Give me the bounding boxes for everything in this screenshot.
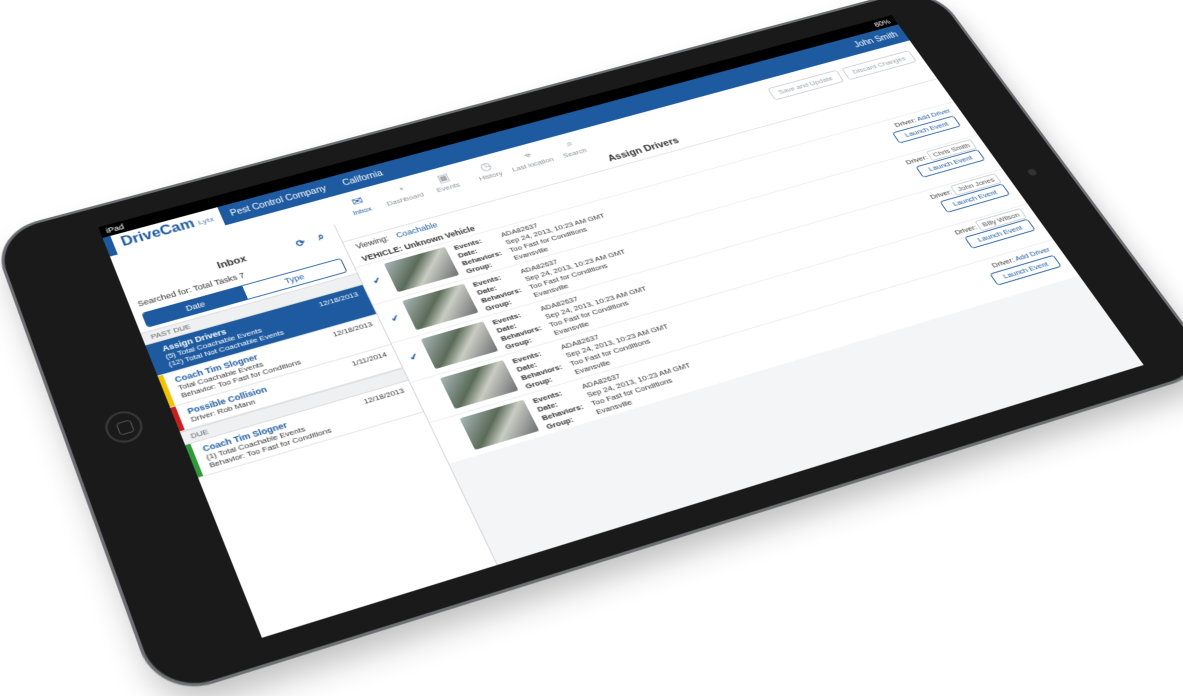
home-button[interactable] <box>100 407 148 447</box>
app-screen: iPad 80% DriveCam Lytx Pest Control Comp… <box>98 15 1144 638</box>
front-camera <box>1026 168 1038 177</box>
task-stripe <box>185 443 204 478</box>
tablet-frame: iPad 80% DriveCam Lytx Pest Control Comp… <box>0 0 1183 696</box>
inbox-title: Inbox <box>215 253 249 272</box>
task-stripe <box>157 374 176 408</box>
task-stripe <box>145 344 163 376</box>
logo-sub: Lytx <box>196 214 216 226</box>
refresh-icon[interactable]: ⟳ <box>294 237 307 250</box>
event-checkbox[interactable] <box>447 431 459 435</box>
event-checkbox[interactable]: ✔ <box>371 275 387 287</box>
event-checkbox[interactable]: ✔ <box>408 351 424 364</box>
task-stripe <box>170 406 185 432</box>
event-checkbox[interactable]: ✔ <box>389 312 405 324</box>
search-icon[interactable]: ⌕ <box>316 232 327 244</box>
event-checkbox[interactable] <box>427 390 439 393</box>
